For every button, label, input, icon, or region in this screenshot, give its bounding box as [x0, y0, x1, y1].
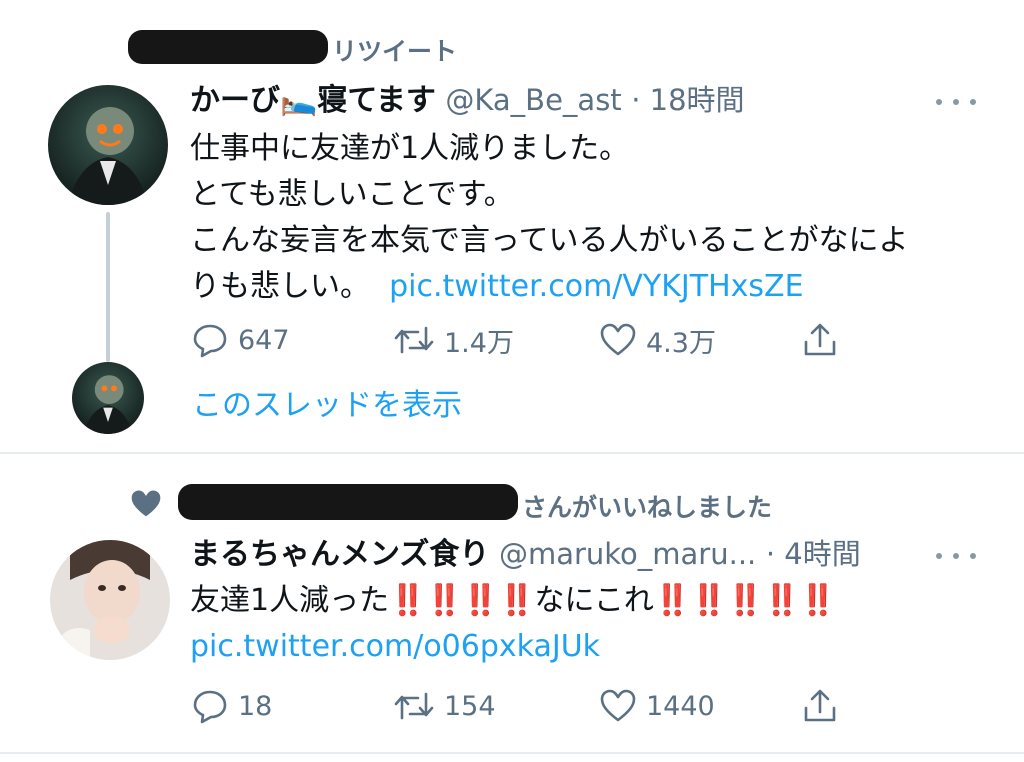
retweet-context-label: リツイート [332, 37, 458, 66]
divider [0, 452, 1024, 454]
tweet-header: かーび🛌寝てます @Ka_Be_ast · 18時間 [190, 82, 745, 119]
more-icon[interactable] [936, 92, 976, 112]
like-count: 1440 [646, 690, 715, 722]
tweet-time[interactable]: · 18時間 [631, 83, 744, 117]
tweet-text-segment: 友達1人減った [190, 583, 390, 618]
heart-icon [600, 689, 636, 722]
user-handle[interactable]: @maruko_maru... [499, 537, 756, 571]
display-name[interactable]: まるちゃんメンズ食り [190, 537, 489, 572]
exclamation-emoji: ‼️‼️‼️‼️‼️ [653, 583, 837, 618]
avatar[interactable] [48, 85, 168, 205]
thread-line [106, 212, 110, 362]
avatar[interactable] [50, 540, 170, 660]
retweet-button[interactable]: 154 [392, 686, 496, 726]
reply-icon [193, 324, 227, 358]
like-context-label: さんがいいねしました [522, 493, 773, 522]
show-thread-link[interactable]: このスレッドを表示 [192, 380, 462, 424]
tweet-header: まるちゃんメンズ食り @maruko_maru... · 4時間 [190, 536, 861, 573]
retweet-icon [394, 692, 434, 720]
tweet-text-line: 仕事中に友達が1人減りました。 [190, 131, 630, 166]
like-button[interactable]: 4.3万 [598, 320, 716, 360]
redacted-username [178, 484, 518, 520]
like-count: 4.3万 [646, 327, 716, 359]
retweet-count: 1.4万 [444, 327, 514, 359]
display-name[interactable]: かーび🛌寝てます [190, 83, 436, 118]
retweet-icon [394, 326, 434, 354]
exclamation-emoji: ‼️‼️‼️‼️ [389, 583, 535, 618]
like-button[interactable]: 1440 [598, 686, 715, 726]
retweet-button[interactable]: 1.4万 [392, 320, 514, 360]
tweet-text: 仕事中に友達が1人減りました。 とても悲しいことです。 こんな妄言を本気で言って… [190, 126, 909, 310]
share-icon [804, 323, 836, 356]
tweet-text-line: とても悲しいことです。 [190, 177, 514, 212]
reply-icon [193, 690, 227, 724]
reply-count: 647 [238, 324, 290, 356]
divider [0, 752, 1024, 754]
share-icon [804, 689, 836, 722]
media-link[interactable]: pic.twitter.com/o06pxkaJUk [190, 624, 836, 670]
reply-button[interactable]: 647 [190, 320, 290, 360]
tweet-text: 友達1人減った‼️‼️‼️‼️なにこれ‼️‼️‼️‼️‼️ pic.twitte… [190, 578, 837, 670]
share-button[interactable] [800, 320, 840, 360]
tweet-text-segment: なにこれ [534, 583, 654, 618]
heart-icon [600, 323, 636, 356]
media-link[interactable]: pic.twitter.com/VYKJTHxsZE [389, 269, 803, 304]
more-icon[interactable] [936, 546, 976, 566]
share-button[interactable] [800, 686, 840, 726]
tweet-text-line: こんな妄言を本気で言っている人がいることがなによ [190, 223, 909, 258]
reply-button[interactable]: 18 [190, 686, 272, 726]
thread-avatar[interactable] [72, 362, 144, 434]
heart-icon [131, 490, 161, 517]
user-handle[interactable]: @Ka_Be_ast [445, 83, 621, 117]
tweet-time[interactable]: · 4時間 [766, 537, 861, 571]
tweet-text-line: りも悲しい。 [190, 269, 370, 304]
retweet-count: 154 [444, 690, 496, 722]
reply-count: 18 [238, 690, 273, 722]
redacted-username [128, 30, 328, 64]
